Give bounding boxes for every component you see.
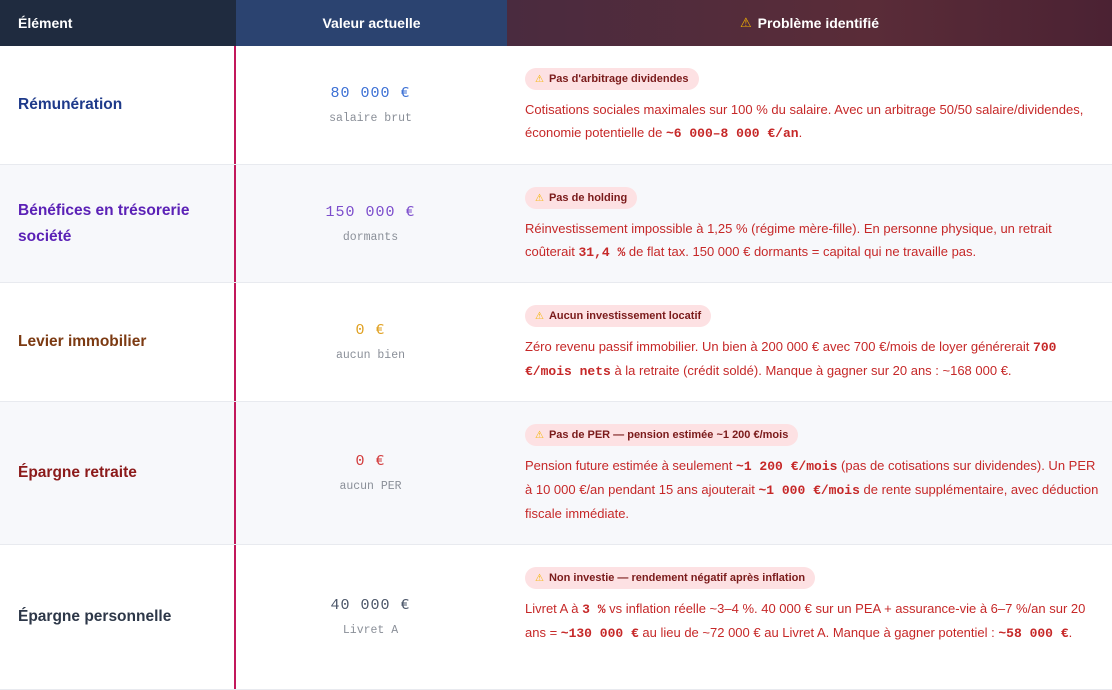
issue-badge: ⚠ Pas de holding	[525, 187, 638, 209]
header-issue-label: Problème identifié	[757, 15, 879, 31]
issue-highlight: ~1 200 €/mois	[736, 459, 838, 474]
warning-icon: ⚠	[739, 15, 752, 30]
row-value-caption: aucun bien	[335, 349, 405, 362]
issue-text: Livret A à	[525, 601, 583, 616]
table-header: Élément Valeur actuelle ⚠ Problème ident…	[0, 0, 1112, 46]
row-issue-cell: ⚠ Non investie — rendement négatif après …	[505, 545, 1112, 689]
table-row: Bénéfices en trésorerie société 150 000 €…	[0, 165, 1112, 283]
row-element-label: Épargne retraite	[18, 464, 137, 481]
issue-highlight: ~6 000–8 000 €/an	[665, 126, 799, 141]
issue-badge-label: Aucun investissement locatif	[548, 310, 702, 322]
row-value-caption: dormants	[342, 230, 399, 244]
issue-highlight: 3 %	[582, 602, 606, 617]
issue-highlight: ~58 000 €	[998, 626, 1069, 641]
header-element: Élément	[0, 0, 236, 46]
row-value-caption: aucun PER	[339, 480, 402, 493]
issue-text: .	[1068, 625, 1073, 640]
row-value: 0 €	[355, 453, 386, 470]
warning-icon: ⚠	[535, 310, 544, 322]
warning-icon: ⚠	[535, 192, 544, 204]
row-value: 40 000 €	[330, 597, 411, 614]
row-value-caption: salaire brut	[329, 112, 412, 125]
issue-text: de flat tax. 150 000 € dormants = capita…	[625, 244, 977, 259]
issue-badge-label: Pas d'arbitrage dividendes	[548, 73, 689, 85]
issue-text: Pension future estimée à seulement	[525, 458, 737, 473]
header-current-value-label: Valeur actuelle	[322, 15, 421, 31]
row-value-cell: 80 000 € salaire brut	[234, 46, 505, 164]
issue-badge: ⚠ Aucun investissement locatif	[525, 305, 712, 327]
issue-highlight: ~130 000 €	[560, 626, 639, 641]
row-value: 80 000 €	[330, 85, 411, 102]
comparison-table: Élément Valeur actuelle ⚠ Problème ident…	[0, 0, 1112, 690]
issue-highlight: 31,4 %	[578, 245, 626, 260]
issue-highlight: ~1 000 €/mois	[758, 483, 860, 498]
issue-badge: ⚠ Pas d'arbitrage dividendes	[525, 68, 699, 90]
row-issue-cell: ⚠ Aucun investissement locatif Zéro revenu…	[505, 283, 1112, 401]
table-row: Levier immobilier 0 € aucun bien ⚠ Aucun inv…	[0, 283, 1112, 402]
warning-icon: ⚠	[535, 572, 544, 584]
header-issue: ⚠ Problème identifié	[507, 0, 1112, 46]
row-issue-cell: ⚠ Pas de PER — pension estimée ~1 200 €/m…	[505, 402, 1112, 544]
row-value-cell: 0 € aucun bien	[234, 283, 505, 401]
row-value-caption: Livret A	[342, 624, 399, 637]
table-body: Rémunération 80 000 € salaire brut ⚠ Pas d'a…	[0, 46, 1112, 690]
row-value-cell: 40 000 € Livret A	[234, 545, 505, 689]
row-value: 150 000 €	[325, 203, 416, 221]
issue-description: Réinvestissement impossible à 1,25 % (ré…	[525, 217, 1102, 264]
issue-text: Cotisations sociales maximales sur 100 %…	[525, 102, 1084, 140]
issue-description: Zéro revenu passif immobilier. Un bien à…	[525, 335, 1102, 383]
header-element-label: Élément	[18, 15, 73, 31]
issue-text: au lieu de ~72 000 € au Livret A. Manque…	[638, 625, 999, 640]
issue-text: .	[798, 125, 803, 140]
warning-icon: ⚠	[535, 429, 544, 441]
row-value-cell: 150 000 € dormants	[234, 165, 505, 282]
row-issue-cell: ⚠ Pas de holding Réinvestissement impossib…	[505, 165, 1112, 282]
issue-text: à la retraite (crédit soldé). Manque à g…	[610, 363, 1012, 378]
issue-badge: ⚠ Pas de PER — pension estimée ~1 200 €/m…	[525, 424, 799, 446]
row-element-label: Rémunération	[18, 96, 123, 113]
issue-description: Cotisations sociales maximales sur 100 %…	[525, 98, 1102, 145]
row-value-cell: 0 € aucun PER	[234, 402, 505, 544]
issue-badge-label: Non investie — rendement négatif après i…	[548, 572, 806, 584]
issue-description: Pension future estimée à seulement ~1 20…	[525, 454, 1102, 525]
row-element-label: Bénéfices en trésorerie société	[18, 201, 190, 245]
header-current-value: Valeur actuelle	[236, 0, 507, 46]
table-row: Épargne personnelle 40 000 € Livret A ⚠ Non …	[0, 545, 1112, 690]
issue-badge-label: Pas de PER — pension estimée ~1 200 €/mo…	[548, 429, 789, 441]
row-issue-cell: ⚠ Pas d'arbitrage dividendes Cotisations s…	[505, 46, 1112, 164]
row-element-label: Levier immobilier	[18, 333, 147, 350]
row-element-label: Épargne personnelle	[18, 608, 172, 625]
issue-badge: ⚠ Non investie — rendement négatif après …	[525, 567, 816, 589]
issue-description: Livret A à 3 % vs inflation réelle ~3–4 …	[525, 597, 1102, 645]
issue-text: Zéro revenu passif immobilier. Un bien à…	[525, 339, 1034, 354]
row-value: 0 €	[355, 322, 386, 339]
issue-badge-label: Pas de holding	[548, 192, 628, 204]
table-row: Rémunération 80 000 € salaire brut ⚠ Pas d'a…	[0, 46, 1112, 165]
table-row: Épargne retraite 0 € aucun PER ⚠ Pas de PER …	[0, 402, 1112, 545]
warning-icon: ⚠	[535, 73, 544, 85]
